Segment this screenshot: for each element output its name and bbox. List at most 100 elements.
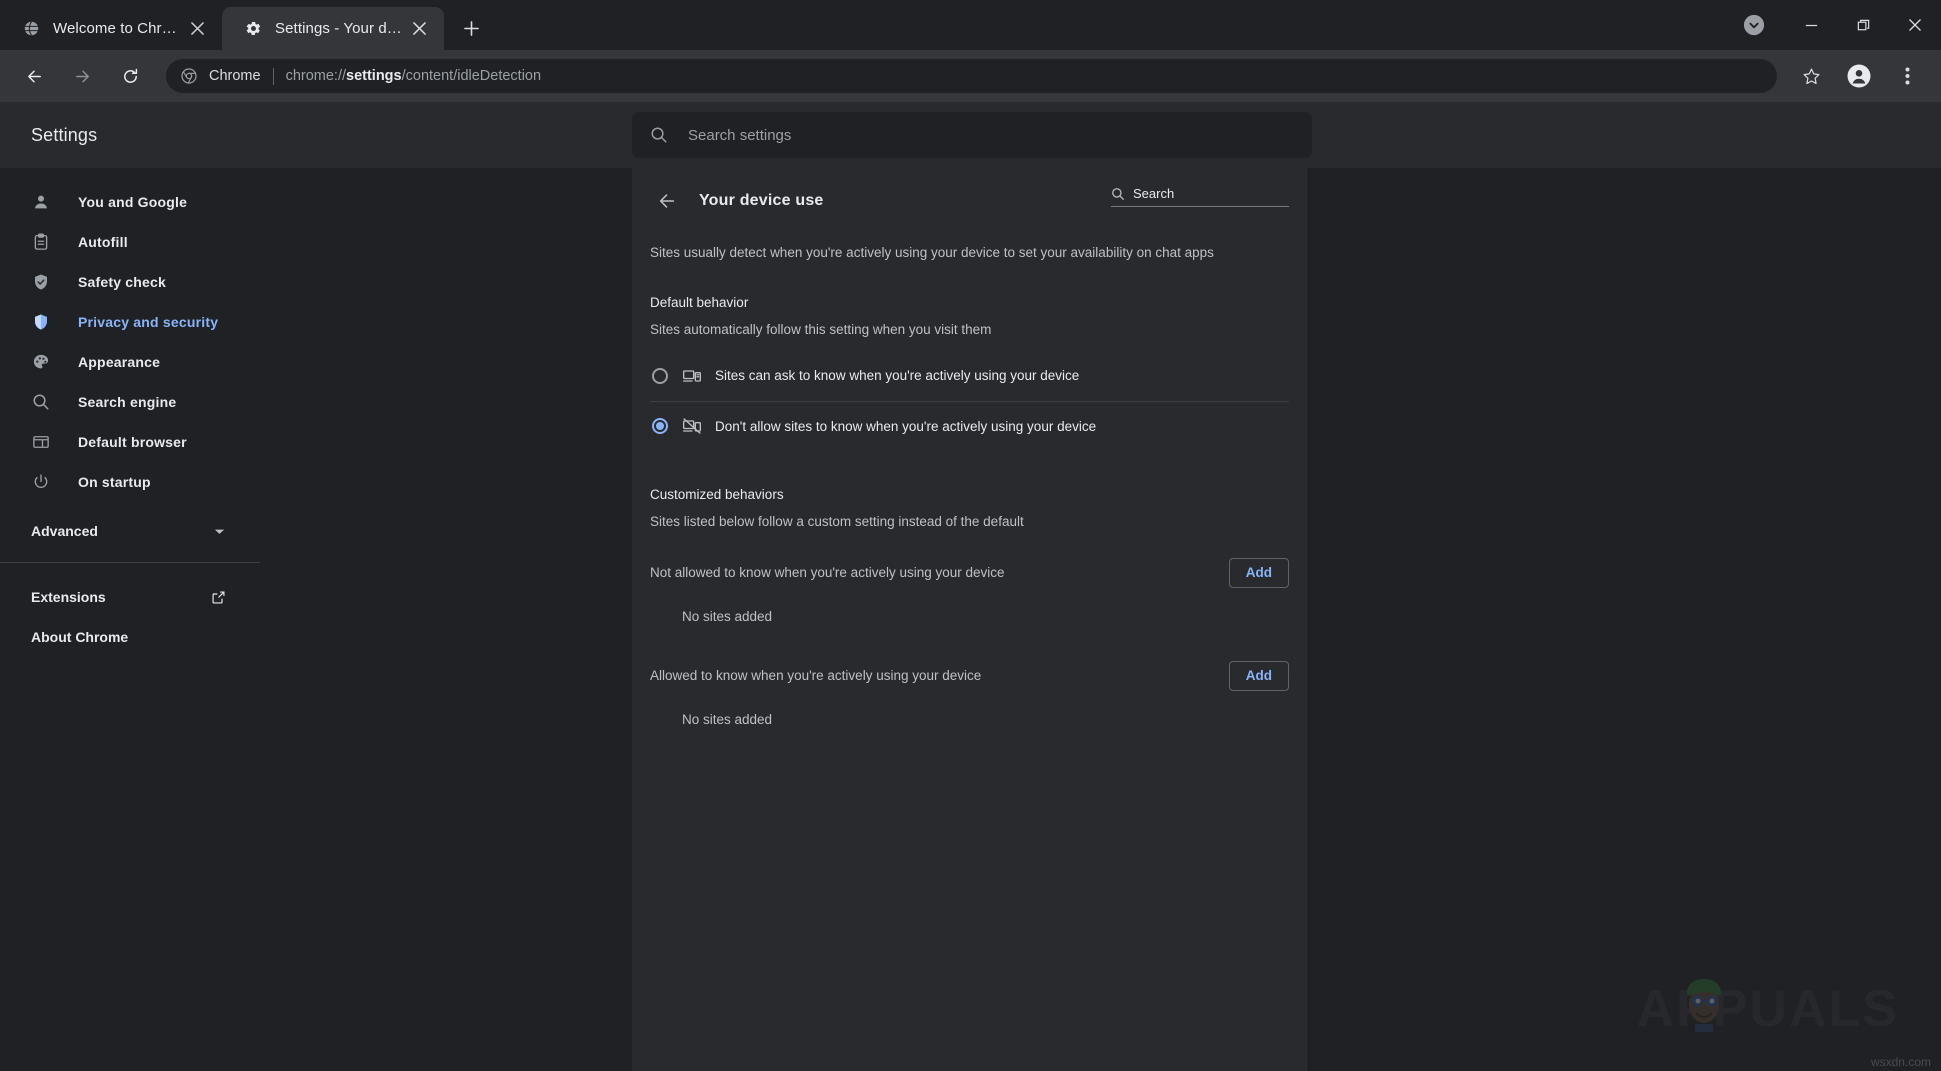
sidebar-divider (0, 562, 260, 563)
default-behavior-radio-group: Sites can ask to know when you're active… (632, 351, 1307, 451)
permission-block-label: Allowed to know when you're actively usi… (650, 668, 981, 683)
open-in-new-icon[interactable] (211, 590, 226, 605)
sidebar-item-privacy-and-security[interactable]: Privacy and security (0, 302, 632, 342)
address-bar[interactable]: Chrome chrome://settings/content/idleDet… (166, 59, 1777, 93)
sidebar-item-label: Autofill (78, 234, 128, 250)
content-search-box[interactable] (1111, 186, 1289, 207)
sidebar-item-label: Search engine (78, 394, 176, 410)
customized-behaviors-title: Customized behaviors (632, 451, 1307, 502)
close-icon[interactable] (186, 18, 208, 40)
sidebar-about-label: About Chrome (31, 629, 128, 645)
url-suffix: /content/idleDetection (402, 68, 541, 84)
omnibox-divider (273, 68, 274, 85)
sidebar-item-appearance[interactable]: Appearance (0, 342, 632, 382)
sidebar-item-label: Safety check (78, 274, 166, 290)
settings-search-box[interactable] (632, 112, 1312, 158)
back-arrow-icon[interactable] (649, 183, 685, 219)
browser-tab-settings[interactable]: Settings - Your device use (222, 7, 444, 50)
search-icon (649, 125, 669, 145)
devices-icon (682, 366, 702, 386)
content-search-input[interactable] (1133, 186, 1309, 201)
tab-title: Settings - Your device use (275, 20, 402, 37)
person-icon (31, 192, 51, 212)
window-controls (1737, 0, 1941, 50)
permission-block-header: Allowed to know when you're actively usi… (632, 654, 1307, 698)
permission-block-allowed: Allowed to know when you're actively usi… (632, 654, 1307, 727)
chrome-icon (180, 67, 198, 85)
watermark-text: APPUALS (1637, 979, 1899, 1039)
content-header: Your device use (632, 168, 1307, 234)
empty-state-text: No sites added (632, 698, 1307, 727)
radio-button[interactable] (652, 368, 668, 384)
default-behavior-subtitle: Sites automatically follow this setting … (632, 310, 1307, 337)
search-icon (31, 392, 51, 412)
sidebar-item-autofill[interactable]: Autofill (0, 222, 632, 262)
browser-window-icon (31, 432, 51, 452)
account-icon[interactable] (1840, 57, 1878, 95)
settings-sidebar: You and Google Autofill (0, 168, 632, 1071)
sidebar-item-label: Privacy and security (78, 314, 218, 330)
empty-state-text: No sites added (632, 595, 1307, 624)
search-icon (1111, 186, 1125, 201)
forward-arrow-icon[interactable] (63, 57, 101, 95)
omnibox-url: chrome://settings/content/idleDetection (286, 68, 541, 84)
add-button-allowed[interactable]: Add (1229, 661, 1289, 691)
radio-option-sites-can-ask[interactable]: Sites can ask to know when you're active… (650, 351, 1289, 401)
sidebar-item-about-chrome[interactable]: About Chrome (0, 617, 260, 657)
profile-chip-icon[interactable] (1737, 8, 1771, 42)
shield-check-icon (31, 272, 51, 292)
radio-option-dont-allow[interactable]: Don't allow sites to know when you're ac… (650, 401, 1289, 451)
back-arrow-icon[interactable] (15, 57, 53, 95)
content-page-title: Your device use (699, 192, 824, 210)
sidebar-item-advanced[interactable]: Advanced (0, 510, 260, 552)
page-description: Sites usually detect when you're activel… (632, 234, 1307, 263)
sidebar-item-label: Appearance (78, 354, 160, 370)
sidebar-item-you-and-google[interactable]: You and Google (0, 182, 632, 222)
permission-block-header: Not allowed to know when you're actively… (632, 551, 1307, 595)
palette-icon (31, 352, 51, 372)
mascot-icon (1675, 971, 1733, 1033)
permission-block-blocked: Not allowed to know when you're actively… (632, 551, 1307, 624)
gear-icon (244, 19, 263, 38)
browser-toolbar: Chrome chrome://settings/content/idleDet… (0, 50, 1941, 102)
customized-behaviors-subtitle: Sites listed below follow a custom setti… (632, 502, 1307, 529)
power-icon (31, 472, 51, 492)
sidebar-spacer (0, 502, 632, 510)
new-tab-button[interactable] (454, 11, 488, 45)
sidebar-item-safety-check[interactable]: Safety check (0, 262, 632, 302)
settings-content-card: Your device use Sites usually detect whe… (632, 168, 1307, 1071)
tab-title: Welcome to Chrome (53, 20, 180, 37)
sidebar-item-default-browser[interactable]: Default browser (0, 422, 632, 462)
maximize-button[interactable] (1837, 3, 1889, 47)
three-dot-menu-icon[interactable] (1888, 57, 1926, 95)
radio-option-label: Sites can ask to know when you're active… (715, 368, 1079, 383)
sidebar-item-search-engine[interactable]: Search engine (0, 382, 632, 422)
globe-icon (22, 19, 41, 38)
sidebar-advanced-label: Advanced (31, 523, 98, 539)
settings-search-input[interactable] (688, 127, 1312, 144)
footer-note: wsxdn.com (1871, 1055, 1931, 1069)
omnibox-scheme-label: Chrome (209, 68, 261, 84)
sidebar-item-label: Default browser (78, 434, 187, 450)
watermark: APPUALS (1637, 979, 1899, 1039)
sidebar-item-label: You and Google (78, 194, 187, 210)
browser-window: Welcome to Chrome Settings - Your device… (0, 0, 1941, 1071)
url-prefix: chrome:// (286, 68, 346, 84)
close-icon[interactable] (408, 18, 430, 40)
radio-option-label: Don't allow sites to know when you're ac… (715, 419, 1096, 434)
sidebar-extensions-label: Extensions (31, 589, 106, 605)
default-behavior-title: Default behavior (632, 263, 1307, 310)
star-icon[interactable] (1792, 57, 1830, 95)
minimize-button[interactable] (1785, 3, 1837, 47)
permission-block-label: Not allowed to know when you're actively… (650, 565, 1005, 580)
radio-button[interactable] (652, 418, 668, 434)
reload-icon[interactable] (111, 57, 149, 95)
browser-tab-welcome[interactable]: Welcome to Chrome (0, 7, 222, 50)
sidebar-item-on-startup[interactable]: On startup (0, 462, 632, 502)
settings-page: Settings You (0, 102, 1941, 1071)
close-button[interactable] (1889, 3, 1941, 47)
page-title: Settings (0, 125, 632, 146)
add-button-blocked[interactable]: Add (1229, 558, 1289, 588)
shield-icon (31, 312, 51, 332)
sidebar-item-extensions[interactable]: Extensions (0, 577, 260, 617)
